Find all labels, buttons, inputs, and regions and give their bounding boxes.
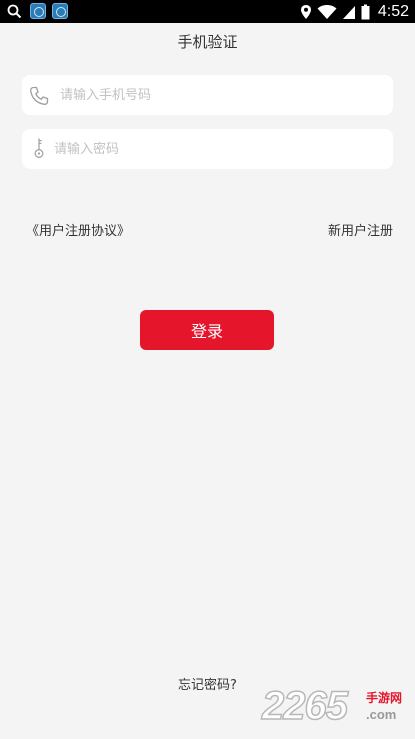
phone-input[interactable] — [60, 75, 380, 115]
watermark-subtitle: 手游网 — [366, 691, 403, 705]
new-user-register-link[interactable]: 新用户注册 — [328, 220, 393, 239]
user-agreement-link[interactable]: 《用户注册协议》 — [26, 220, 130, 239]
phone-icon — [30, 86, 49, 105]
password-field[interactable] — [22, 129, 393, 169]
search-icon — [7, 4, 22, 19]
key-icon — [34, 138, 44, 158]
site-watermark-logo: 2265 手游网 .com — [261, 684, 412, 728]
page-title: 手机验证 — [177, 33, 238, 51]
watermark-domain: .com — [366, 707, 397, 722]
phone-field[interactable] — [22, 75, 393, 115]
login-button[interactable]: 登录 — [140, 310, 274, 350]
battery-icon — [361, 4, 370, 19]
location-icon — [300, 4, 311, 19]
status-time: 4:52 — [377, 2, 409, 20]
watermark-number: 2265 — [261, 684, 348, 728]
status-bar: 4:52 — [0, 0, 415, 23]
app-notification-icon — [52, 3, 68, 19]
app-notification-icon — [30, 3, 46, 19]
signal-icon — [342, 5, 355, 19]
password-input[interactable] — [54, 129, 380, 169]
status-indicators: 4:52 — [300, 0, 409, 23]
wifi-icon — [317, 4, 337, 19]
